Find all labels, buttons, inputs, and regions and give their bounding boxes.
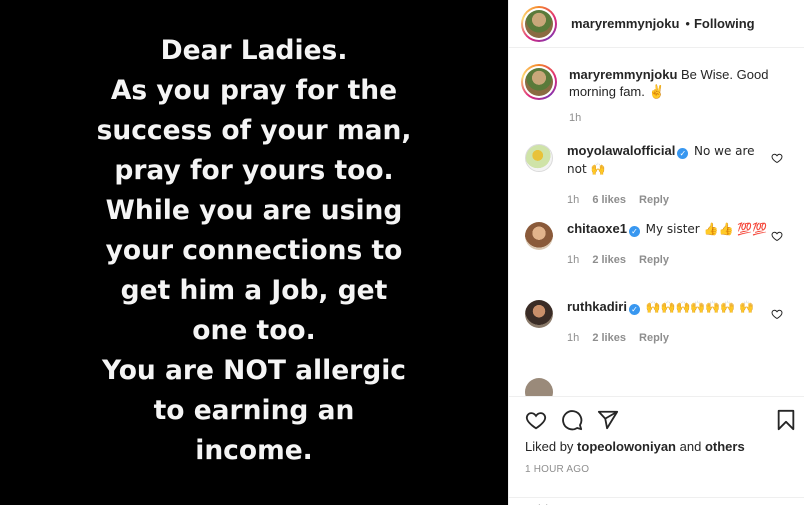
comment-time[interactable]: 1h <box>567 254 579 266</box>
comment-likes[interactable]: 2 likes <box>592 332 626 344</box>
heart-icon[interactable] <box>525 409 547 431</box>
caption-username[interactable]: maryremmynjoku <box>569 67 677 82</box>
comment-like-heart-icon[interactable] <box>771 152 783 164</box>
comment-likes[interactable]: 6 likes <box>592 194 626 206</box>
separator-dot: • <box>685 16 690 31</box>
caption: maryremmynjoku Be Wise. Good morning fam… <box>509 64 804 142</box>
comment-item-partial <box>509 376 804 396</box>
post-header: maryremmynjoku • Following <box>509 0 804 48</box>
verified-badge-icon: ✓ <box>677 148 689 159</box>
post-actions: Liked by topeolowoniyan and others 1 HOU… <box>509 396 804 505</box>
comment-like-heart-icon[interactable] <box>771 308 783 320</box>
commenter-avatar[interactable] <box>525 300 553 328</box>
posted-time[interactable]: 1 HOUR AGO <box>509 464 804 475</box>
post-line: You are NOT allergic <box>101 354 407 386</box>
author-avatar[interactable] <box>521 5 557 42</box>
comment-like-heart-icon[interactable] <box>771 230 783 242</box>
add-comment-input[interactable]: Add a comment... <box>509 497 804 505</box>
post-line: one too. <box>192 314 316 346</box>
comment-username[interactable]: chitaoxe1 <box>567 221 627 236</box>
following-button[interactable]: Following <box>694 16 755 31</box>
reply-button[interactable]: Reply <box>639 332 669 344</box>
comments-list[interactable]: maryremmynjoku Be Wise. Good morning fam… <box>509 64 804 396</box>
caption-avatar[interactable] <box>521 64 557 100</box>
post-line: While you are using <box>105 194 403 226</box>
post-line: your connections to <box>105 234 403 266</box>
comment-icon[interactable] <box>561 409 583 431</box>
comment-item: ruthkadiri ✓ 🙌🙌🙌🙌🙌🙌 🙌 1h 2 likes Reply <box>509 298 804 376</box>
verified-badge-icon: ✓ <box>628 304 640 315</box>
comment-time[interactable]: 1h <box>567 194 579 206</box>
verified-badge-icon: ✓ <box>628 226 640 237</box>
caption-time[interactable]: 1h <box>569 112 581 124</box>
post-line: pray for yours too. <box>114 154 394 186</box>
commenter-avatar[interactable] <box>525 144 553 172</box>
comment-username[interactable]: moyolawalofficial <box>567 143 675 158</box>
comment-time[interactable]: 1h <box>567 332 579 344</box>
comment-item: moyolawalofficial ✓ No we are not 🙌 1h 6 … <box>509 142 804 220</box>
comment-text: My sister 👍👍 💯💯 <box>645 222 768 236</box>
commenter-avatar[interactable] <box>525 378 553 396</box>
comment-item: chitaoxe1 ✓ My sister 👍👍 💯💯 1h 2 likes Re… <box>509 220 804 298</box>
commenter-avatar[interactable] <box>525 222 553 250</box>
comment-username[interactable]: ruthkadiri <box>567 299 627 314</box>
post-line: get him a Job, get <box>120 274 388 306</box>
post-sidebar: maryremmynjoku • Following maryremmynjok… <box>508 0 804 505</box>
post-line: As you pray for the <box>110 74 398 106</box>
post-line: Dear Ladies. <box>160 34 348 66</box>
comment-likes[interactable]: 2 likes <box>592 254 626 266</box>
reply-button[interactable]: Reply <box>639 254 669 266</box>
post-image: Dear Ladies. As you pray for the success… <box>0 0 508 505</box>
bookmark-icon[interactable] <box>775 409 797 431</box>
comment-text: 🙌🙌🙌🙌🙌🙌 🙌 <box>645 300 754 314</box>
reply-button[interactable]: Reply <box>639 194 669 206</box>
post-line: to earning an <box>153 394 355 426</box>
post-line: income. <box>195 434 313 466</box>
share-icon[interactable] <box>597 409 619 431</box>
post-line: success of your man, <box>96 114 412 146</box>
author-username[interactable]: maryremmynjoku <box>571 16 679 31</box>
post-text: Dear Ladies. As you pray for the success… <box>14 31 494 471</box>
